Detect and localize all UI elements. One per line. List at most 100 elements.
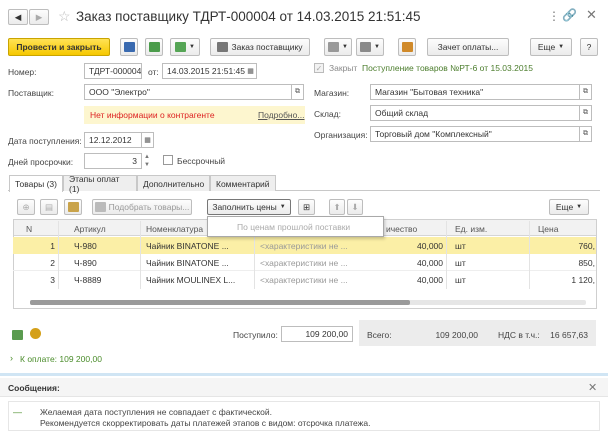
cell-characteristic: <характеристики не ...	[260, 257, 348, 268]
cell-price: 1 120,	[571, 274, 595, 285]
grid-more-button[interactable]: Еще ▼	[549, 199, 589, 215]
move-up-button[interactable]: ⬆	[329, 199, 345, 215]
calendar-icon[interactable]: ▦	[245, 63, 257, 79]
column-divider	[529, 221, 530, 289]
reports-icon	[360, 42, 372, 52]
col-header-n[interactable]: N	[26, 221, 32, 236]
calendar-icon[interactable]: ▦	[142, 132, 154, 148]
chevron-down-icon: ▼	[374, 44, 380, 50]
post-document-icon	[148, 42, 160, 52]
organization-field[interactable]: Торговый дом "Комплексный"	[370, 126, 580, 142]
supplier-warning-text: Нет информации о контрагенте	[90, 110, 215, 120]
closed-checkbox[interactable]: ✓	[314, 63, 324, 73]
cell-n: 2	[50, 257, 55, 268]
cell-article: Ч-890	[74, 257, 97, 268]
cell-article: Ч-980	[74, 240, 97, 251]
link-icon[interactable]: 🔗	[562, 8, 577, 22]
favorite-star-icon[interactable]: ☆	[58, 8, 71, 25]
fill-checklist-icon[interactable]	[12, 330, 23, 340]
col-header-article[interactable]: Артикул	[74, 221, 106, 236]
tab-additional[interactable]: Дополнительно	[137, 175, 210, 191]
table-row[interactable]: 1 Ч-980 Чайник BINATONE ... <характерист…	[13, 237, 596, 254]
open-supplier-icon[interactable]: ⧉	[292, 84, 304, 100]
edit-row-button[interactable]	[64, 199, 82, 215]
reports-menu-button[interactable]: ▼	[356, 38, 384, 56]
post-and-close-button[interactable]: Провести и закрыть	[8, 38, 110, 56]
close-messages-icon[interactable]: ✕	[588, 381, 597, 394]
more-button[interactable]: Еще ▼	[530, 38, 572, 56]
supplier-label: Поставщик:	[8, 88, 54, 98]
add-row-button[interactable]: ⊕	[17, 199, 35, 215]
close-window-icon[interactable]: ✕	[586, 7, 597, 23]
col-header-price[interactable]: Цена	[538, 221, 558, 236]
order-supplier-print-button[interactable]: Заказ поставщику	[210, 38, 310, 56]
col-header-quantity[interactable]: ичество	[386, 221, 417, 236]
receipt-date-field[interactable]: 12.12.2012	[84, 132, 142, 148]
cell-characteristic: <характеристики не ...	[260, 240, 348, 251]
tab-goods[interactable]: Товары (3)	[9, 175, 63, 192]
cell-price: 850,	[578, 257, 595, 268]
post-button[interactable]	[145, 38, 163, 56]
tab-payment-stages[interactable]: Этапы оплат (1)	[63, 174, 137, 194]
warehouse-field[interactable]: Общий склад	[370, 105, 580, 121]
cell-unit: шт	[455, 257, 466, 268]
date-field[interactable]: 14.03.2015 21:51:45	[162, 63, 246, 79]
message-line-2: Рекомендуется скорректировать даты плате…	[40, 418, 371, 428]
more-label: Еще	[537, 42, 556, 52]
window-title: Заказ поставщику ТДРТ-000004 от 14.03.20…	[76, 9, 421, 24]
help-button[interactable]: ?	[580, 38, 598, 56]
to-pay-link[interactable]: К оплате: 109 200,00	[20, 354, 102, 364]
closed-label: Закрыт	[329, 63, 358, 73]
store-field[interactable]: Магазин "Бытовая техника"	[370, 84, 580, 100]
save-button[interactable]	[120, 38, 138, 56]
details-link[interactable]: Подробно...	[258, 110, 304, 120]
overdue-days-label: Дней просрочки:	[8, 157, 74, 167]
overdue-days-field[interactable]: 3	[84, 153, 142, 169]
supplier-field[interactable]: ООО "Электро"	[84, 84, 292, 100]
pick-goods-button[interactable]: Подобрать товары...	[92, 199, 192, 215]
from-label: от:	[148, 67, 159, 77]
number-label: Номер:	[8, 67, 37, 77]
cell-name: Чайник BINATONE ...	[146, 257, 229, 268]
col-header-unit[interactable]: Ед. изм.	[455, 221, 487, 236]
cell-unit: шт	[455, 240, 466, 251]
grid-more-label: Еще	[555, 202, 574, 212]
tab-comment[interactable]: Комментарий	[210, 175, 276, 191]
edit-button[interactable]	[398, 38, 416, 56]
save-icon	[123, 42, 135, 52]
move-down-button[interactable]: ⬇	[347, 199, 363, 215]
message-dash-icon: —	[13, 407, 22, 417]
receipt-link[interactable]: Поступление товаров №РТ-6 от 15.03.2015	[362, 63, 533, 73]
indefinite-checkbox[interactable]	[163, 155, 173, 165]
open-store-icon[interactable]: ⧉	[580, 84, 592, 100]
print-menu-button[interactable]: ▼	[324, 38, 352, 56]
number-field[interactable]: ТДРТ-000004	[84, 63, 142, 79]
table-row[interactable]: 2 Ч-890 Чайник BINATONE ... <характерист…	[13, 254, 596, 271]
total-value: 109 200,00	[435, 330, 478, 340]
open-organization-icon[interactable]: ⧉	[580, 126, 592, 142]
discounts-icon[interactable]	[30, 328, 41, 339]
pick-goods-icon	[94, 202, 106, 212]
spin-buttons[interactable]: ▲ ▼	[144, 153, 150, 169]
organization-label: Организация:	[314, 130, 368, 140]
column-divider	[446, 221, 447, 289]
window-menu-icon[interactable]: ⋮	[548, 9, 560, 23]
copy-row-button[interactable]: ▤	[40, 199, 58, 215]
table-row[interactable]: 3 Ч-8889 Чайник MOULINEX L... <характери…	[13, 271, 596, 288]
cell-name: Чайник BINATONE ...	[146, 240, 229, 251]
payment-offset-button[interactable]: Зачет оплаты...	[427, 38, 509, 56]
scrollbar-thumb[interactable]	[30, 300, 410, 305]
order-supplier-label: Заказ поставщику	[231, 42, 303, 52]
chevron-down-icon: ▼	[342, 44, 348, 50]
create-based-on-button[interactable]: ▼	[170, 38, 200, 56]
expand-chevron-icon[interactable]: ›	[10, 353, 13, 363]
dropdown-item-last-delivery-prices[interactable]: По ценам прошлой поставки	[237, 222, 350, 232]
barcode-button[interactable]: ⊞	[298, 199, 315, 215]
pencil-icon	[401, 42, 413, 52]
forward-button[interactable]: ▶	[29, 9, 49, 25]
col-header-nomenclature[interactable]: Номенклатура	[146, 221, 203, 236]
cell-n: 3	[50, 274, 55, 285]
open-warehouse-icon[interactable]: ⧉	[580, 105, 592, 121]
back-button[interactable]: ◀	[8, 9, 28, 25]
fill-prices-button[interactable]: Заполнить цены ▼	[207, 199, 291, 215]
